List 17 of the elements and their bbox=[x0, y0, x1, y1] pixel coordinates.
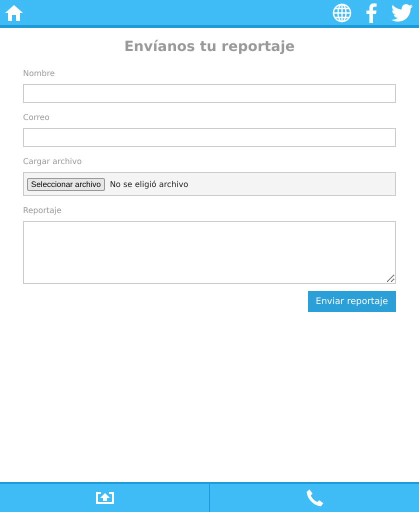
phone-icon[interactable] bbox=[306, 489, 324, 507]
file-status: No se eligió archivo bbox=[110, 180, 188, 188]
field-label: Nombre bbox=[23, 69, 56, 78]
field-label: Reportaje bbox=[23, 206, 63, 215]
twitter-icon[interactable] bbox=[391, 4, 413, 22]
globe-icon[interactable] bbox=[332, 2, 352, 22]
report-field[interactable] bbox=[23, 221, 396, 284]
input-field[interactable] bbox=[23, 84, 396, 103]
page-title: Envíanos tu reportaje bbox=[123, 39, 296, 55]
home-icon[interactable] bbox=[4, 4, 24, 22]
facebook-icon[interactable] bbox=[366, 2, 377, 22]
field-label: Cargar archivo bbox=[23, 157, 83, 166]
file-field[interactable]: Seleccionar archivo No se eligió archivo bbox=[23, 172, 396, 196]
field-label: Correo bbox=[23, 113, 51, 122]
input-field[interactable] bbox=[23, 128, 396, 147]
upload-icon[interactable] bbox=[94, 491, 114, 505]
choose-file-button[interactable]: Seleccionar archivo bbox=[27, 178, 105, 190]
